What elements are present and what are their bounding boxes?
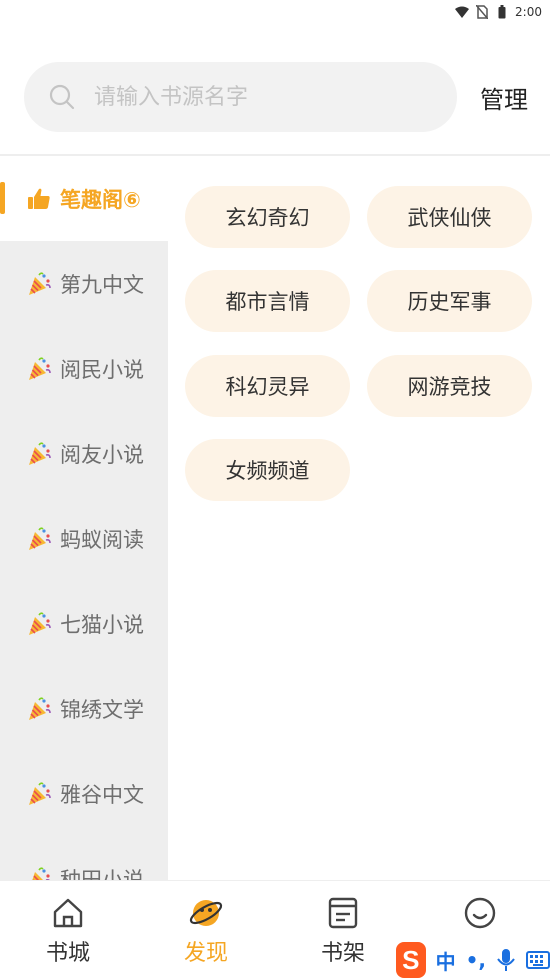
microphone-icon[interactable] [496, 948, 516, 972]
category-chip-nvpin[interactable]: 女频频道 [185, 439, 350, 501]
category-chip-wuxia[interactable]: 武侠仙侠 [367, 186, 532, 248]
search-input[interactable] [94, 84, 434, 110]
sidebar-item-yueyou[interactable]: 阅友小说 [0, 411, 168, 496]
sidebar-item-biquge[interactable]: 笔趣阁⑥ [0, 156, 168, 241]
sidebar-item-label: 七猫小说 [60, 612, 144, 637]
search-icon [48, 83, 76, 111]
sidebar-item-label: 种田小说 [60, 867, 144, 881]
search-box[interactable] [24, 62, 457, 132]
thumbs-up-icon [26, 186, 52, 212]
wifi-icon [455, 5, 470, 19]
party-popper-icon [26, 866, 52, 880]
sidebar-item-jinxiu[interactable]: 锦绣文学 [0, 666, 168, 751]
ime-toolbar[interactable]: S 中 •, [392, 940, 550, 980]
keyboard-icon[interactable] [526, 950, 550, 970]
home-icon [50, 895, 86, 931]
manage-button[interactable]: 管理 [480, 80, 528, 115]
party-popper-icon [26, 271, 52, 297]
nav-label: 书架 [320, 941, 365, 966]
nav-label: 发现 [183, 941, 228, 966]
sidebar-item-mayi[interactable]: 蚂蚁阅读 [0, 496, 168, 581]
sidebar-item-yagu[interactable]: 雅谷中文 [0, 751, 168, 836]
nav-bookshelf[interactable]: 书架 [293, 895, 393, 967]
party-popper-icon [26, 526, 52, 552]
source-sidebar[interactable]: 笔趣阁⑥ 第九中文 阅民小说 阅友小说 蚂蚁阅读 七猫小说 锦绣文学 雅谷中文 … [0, 156, 168, 880]
clock-time: 2:00 [515, 5, 542, 19]
sidebar-item-label: 雅谷中文 [60, 782, 144, 807]
category-chip-xuanhuan[interactable]: 玄幻奇幻 [185, 186, 350, 248]
battery-icon [495, 5, 509, 19]
discover-icon [188, 895, 224, 931]
category-panel: 玄幻奇幻 武侠仙侠 都市言情 历史军事 科幻灵异 网游竞技 女频频道 [168, 156, 550, 880]
nav-bookstore[interactable]: 书城 [18, 895, 118, 967]
no-sim-icon [475, 5, 489, 19]
sidebar-item-yuemin[interactable]: 阅民小说 [0, 326, 168, 411]
sidebar-item-label: 蚂蚁阅读 [60, 527, 144, 552]
profile-icon [462, 895, 498, 931]
sidebar-item-label: 笔趣阁⑥ [60, 187, 141, 212]
sidebar-item-dijiu[interactable]: 第九中文 [0, 241, 168, 326]
party-popper-icon [26, 441, 52, 467]
ime-language-toggle[interactable]: 中 [436, 946, 456, 975]
sidebar-item-label: 第九中文 [60, 272, 144, 297]
party-popper-icon [26, 611, 52, 637]
party-popper-icon [26, 696, 52, 722]
sidebar-item-zhongtian[interactable]: 种田小说 [0, 836, 168, 880]
sidebar-item-label: 阅民小说 [60, 357, 144, 382]
ime-punctuation-toggle[interactable]: •, [466, 948, 486, 972]
category-chip-kehuan[interactable]: 科幻灵异 [185, 355, 350, 417]
search-row: 管理 [24, 62, 534, 132]
sidebar-item-label: 锦绣文学 [60, 697, 144, 722]
party-popper-icon [26, 781, 52, 807]
category-chip-lishi[interactable]: 历史军事 [367, 270, 532, 332]
party-popper-icon [26, 356, 52, 382]
category-chip-dushi[interactable]: 都市言情 [185, 270, 350, 332]
sidebar-item-qimao[interactable]: 七猫小说 [0, 581, 168, 666]
sidebar-item-label: 阅友小说 [60, 442, 144, 467]
bookshelf-icon [325, 895, 361, 931]
nav-label: 书城 [45, 941, 90, 966]
sogou-logo[interactable]: S [396, 942, 426, 978]
nav-discover[interactable]: 发现 [156, 895, 256, 967]
category-chip-wangyou[interactable]: 网游竞技 [367, 355, 532, 417]
status-bar: 2:00 [0, 0, 550, 24]
